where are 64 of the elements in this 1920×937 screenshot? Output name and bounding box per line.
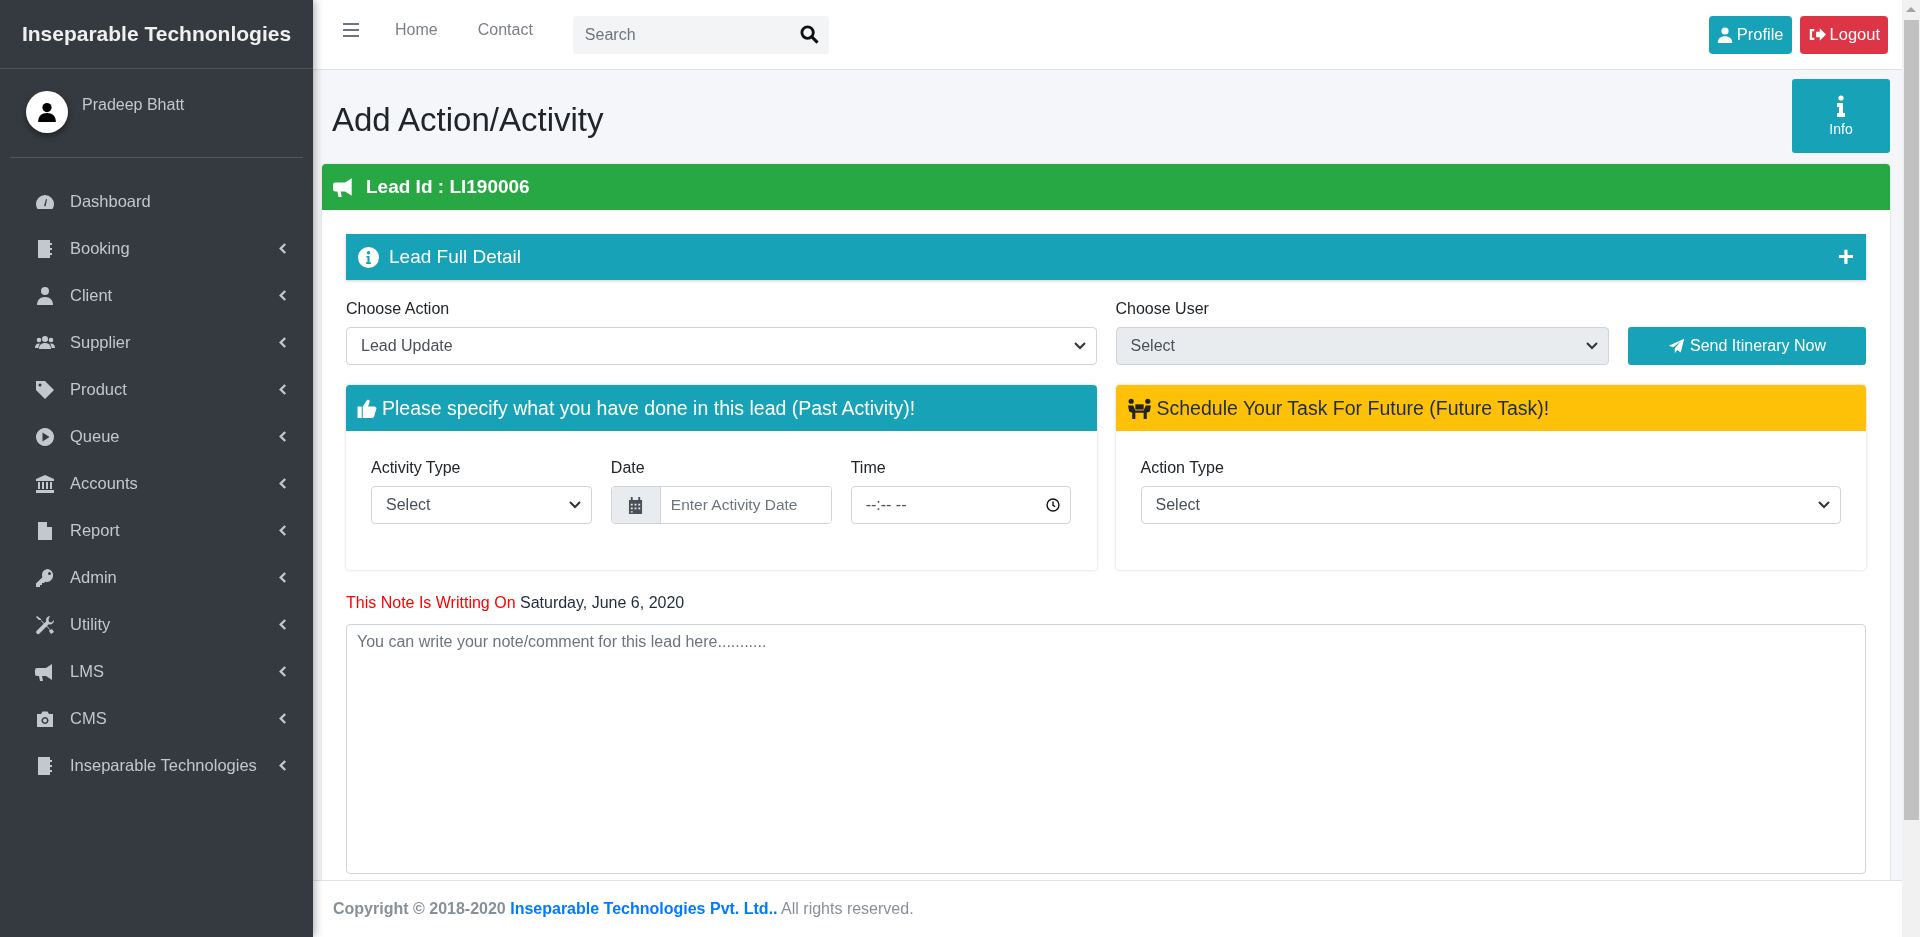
bank-icon <box>34 473 56 494</box>
avatar-icon <box>26 91 68 133</box>
info-circle-icon <box>358 246 379 268</box>
note-date-text: This Note Is Writting On Saturday, June 6, 2020 <box>346 594 686 612</box>
scroll-up-icon[interactable] <box>1906 6 1916 12</box>
chevron-down-icon <box>568 501 581 509</box>
note-textarea[interactable]: You can write your note/comment for this lead here........... <box>346 624 1866 874</box>
info-icon <box>1836 95 1846 117</box>
sidebar-item[interactable]: Client <box>0 272 313 319</box>
search-icon[interactable] <box>799 25 819 44</box>
sidebar-item[interactable]: Report <box>0 507 313 554</box>
search-field[interactable]: Search <box>582 24 800 45</box>
field-label: Time <box>850 459 887 477</box>
key-icon <box>34 567 56 588</box>
nav-link[interactable]: Contact <box>477 20 533 39</box>
tag-icon <box>34 379 56 400</box>
panel-title: Please specify what you have done in this lead (Past Activity)! <box>382 396 916 420</box>
copyright-text: Copyright © 2018-2020 Inseparable Technologies Pvt. Ltd.. All rights reserved. <box>333 900 914 918</box>
sidebar-item[interactable]: CMS <box>0 695 313 742</box>
thumbs-up-icon <box>356 397 378 419</box>
scrollbar[interactable] <box>1902 0 1920 937</box>
field-label: Action Type <box>1140 459 1225 477</box>
sidebar-item[interactable]: Dashboard <box>0 178 313 225</box>
field-label: Date <box>610 459 646 477</box>
clock-icon <box>1046 498 1061 512</box>
sidebar-item[interactable]: Admin <box>0 554 313 601</box>
sidebar-item[interactable]: Product <box>0 366 313 413</box>
page-title: Add Action/Activity <box>332 101 604 139</box>
field-label: Choose Action <box>346 300 451 318</box>
sidebar-item[interactable]: Queue <box>0 413 313 460</box>
lead-detail-title: Lead Full Detail <box>389 246 523 268</box>
activity-type-select[interactable]: Select <box>371 486 592 524</box>
time-field[interactable]: --:-- -- <box>850 486 1072 524</box>
tools-icon <box>34 614 56 635</box>
user-name[interactable]: Pradeep Bhatt <box>82 96 185 114</box>
action-select[interactable]: Lead Update <box>346 327 1097 365</box>
people-carry-icon <box>1125 397 1153 419</box>
sign-out-icon <box>1807 27 1826 42</box>
sidebar-item[interactable]: LMS <box>0 648 313 695</box>
chevron-down-icon <box>1073 342 1086 350</box>
menu-icon[interactable] <box>343 22 359 37</box>
date-input-group[interactable]: Enter Activity Date <box>610 486 832 524</box>
chevron-down-icon <box>1586 342 1598 350</box>
scrollbar-thumb[interactable] <box>1903 20 1919 820</box>
search-bar[interactable]: Search <box>572 15 829 54</box>
lead-id-title: Lead Id : LI190006 <box>366 176 530 198</box>
sidebar-item[interactable]: Utility <box>0 601 313 648</box>
paper-plane-icon <box>1667 337 1685 355</box>
user-icon <box>34 285 56 306</box>
calendar-icon <box>628 496 644 514</box>
panel-title: Schedule Your Task For Future (Future Task)! <box>1156 396 1550 420</box>
logout-button[interactable]: Logout <box>1799 15 1888 54</box>
action-type-select[interactable]: Select <box>1140 486 1841 524</box>
nav-link[interactable]: Home <box>395 20 438 39</box>
sidebar-item[interactable]: Accounts <box>0 460 313 507</box>
sidebar-item[interactable]: Inseparable Technologies <box>0 742 313 789</box>
company-link[interactable]: Inseparable Technologies Pvt. Ltd.. <box>510 900 778 917</box>
field-label: Activity Type <box>371 459 462 477</box>
play-icon <box>34 426 56 447</box>
user-icon <box>1716 26 1733 43</box>
sidebar-item[interactable]: Booking <box>0 225 313 272</box>
sidebar-item[interactable]: Supplier <box>0 319 313 366</box>
field-label: Choose User <box>1115 300 1210 318</box>
chevron-down-icon <box>1818 501 1830 509</box>
